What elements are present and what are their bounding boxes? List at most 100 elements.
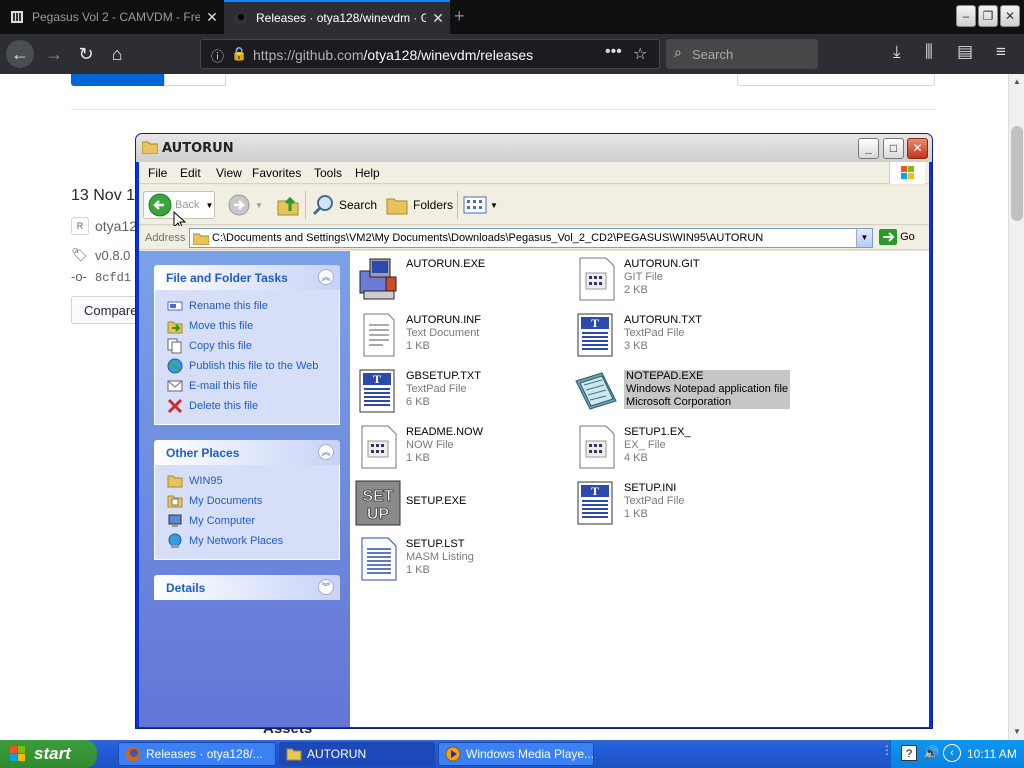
file-autorun-git[interactable]: AUTORUN.GIT GIT File 2 KB xyxy=(572,255,792,307)
tab-pegasus[interactable]: Pegasus Vol 2 - CAMVDM - Free... ✕ xyxy=(0,0,224,34)
file-setup-exe[interactable]: SET UP SETUP.EXE xyxy=(354,479,574,531)
expand-icon[interactable]: ︾ xyxy=(318,579,334,595)
avatar[interactable]: R xyxy=(71,217,89,235)
volume-icon[interactable]: 🔊 xyxy=(923,745,939,761)
address-field[interactable]: C:\Documents and Settings\VM2\My Documen… xyxy=(189,228,873,248)
place-win95[interactable]: WIN95 xyxy=(167,471,339,491)
task-copy[interactable]: Copy this file xyxy=(167,336,339,356)
folders-button[interactable]: Folders xyxy=(385,191,453,219)
task-delete[interactable]: Delete this file xyxy=(167,396,339,416)
releases-button[interactable] xyxy=(71,74,164,86)
chevron-down-icon[interactable]: ▼ xyxy=(205,201,213,210)
globe-icon xyxy=(167,358,183,374)
menu-edit[interactable]: Edit xyxy=(180,166,201,180)
explorer-titlebar[interactable]: AUTORUN _ □ ✕ xyxy=(136,134,932,162)
file-name: NOTEPAD.EXE xyxy=(626,370,704,382)
minimize-button[interactable]: – xyxy=(956,5,976,27)
search-box[interactable]: ⌕ xyxy=(666,39,818,69)
url-bar[interactable]: ⓘ 🔒 https://github.com/otya128/winevdm/r… xyxy=(200,39,660,69)
compare-button[interactable]: Compare xyxy=(71,296,141,324)
task-autorun[interactable]: AUTORUN xyxy=(279,742,435,766)
clock: 10:11 AM xyxy=(967,747,1017,761)
close-button[interactable]: ✕ xyxy=(907,138,928,159)
back-arrow-icon[interactable]: ← xyxy=(6,40,34,68)
place-my-computer[interactable]: My Computer xyxy=(167,511,339,531)
email-icon xyxy=(167,380,183,392)
sidebar-icon[interactable]: ▤ xyxy=(957,42,973,62)
find-release-input[interactable] xyxy=(737,74,935,86)
page-scrollbar[interactable]: ▲ ▼ xyxy=(1008,74,1024,740)
place-my-documents[interactable]: My Documents xyxy=(167,491,339,511)
forward-arrow-icon[interactable]: → xyxy=(40,40,68,68)
tags-button[interactable] xyxy=(164,74,226,86)
task-firefox[interactable]: Releases · otya128/... xyxy=(118,742,276,766)
collapse-icon[interactable]: ︽ xyxy=(318,444,334,460)
forward-button[interactable]: ▼ xyxy=(227,191,263,219)
scroll-thumb[interactable] xyxy=(1011,126,1023,221)
close-tab-icon[interactable]: ✕ xyxy=(426,10,450,27)
file-tasks-header[interactable]: File and Folder Tasks ︽ xyxy=(154,265,340,290)
bookmark-star-icon[interactable]: ☆ xyxy=(633,44,647,64)
search-input[interactable] xyxy=(692,44,810,64)
reload-icon[interactable]: ↻ xyxy=(72,40,100,68)
maximize-button[interactable]: □ xyxy=(883,138,904,159)
release-tag[interactable]: v0.8.0 xyxy=(95,248,130,263)
up-folder-button[interactable] xyxy=(276,191,300,219)
task-media-player[interactable]: Windows Media Playe... xyxy=(438,742,594,766)
file-readme-now[interactable]: README.NOW NOW File 1 KB xyxy=(354,423,574,475)
collapse-icon[interactable]: ︽ xyxy=(318,269,334,285)
lock-icon[interactable]: 🔒 xyxy=(231,46,247,62)
release-commit[interactable]: 8cfd1 xyxy=(95,271,131,285)
details-header[interactable]: Details ︾ xyxy=(154,575,340,600)
close-tab-icon[interactable]: ✕ xyxy=(200,9,224,26)
task-move[interactable]: Move this file xyxy=(167,316,339,336)
file-tasks-panel: File and Folder Tasks ︽ Rename this file… xyxy=(154,265,340,425)
file-setup-lst[interactable]: SETUP.LST MASM Listing 1 KB xyxy=(354,535,574,587)
minimize-button[interactable]: _ xyxy=(858,138,879,159)
info-icon[interactable]: ⓘ xyxy=(211,46,224,65)
downloads-icon[interactable]: ⤓ xyxy=(893,42,901,62)
task-email[interactable]: E-mail this file xyxy=(167,376,339,396)
file-notepad-exe[interactable]: NOTEPAD.EXE Windows Notepad application … xyxy=(572,367,812,419)
divider xyxy=(71,109,935,110)
file-setup-ini[interactable]: T SETUP.INI TextPad File 1 KB xyxy=(572,479,792,531)
chevron-down-icon[interactable]: ▼ xyxy=(856,229,872,247)
search-button[interactable]: Search xyxy=(311,191,377,219)
chevron-down-icon[interactable]: ▼ xyxy=(490,201,498,210)
file-setup1-ex[interactable]: SETUP1.EX_ EX_ File 4 KB xyxy=(572,423,792,475)
release-author[interactable]: otya12 xyxy=(95,218,137,234)
close-button[interactable]: ✕ xyxy=(1000,5,1020,27)
views-button[interactable]: ▼ xyxy=(463,191,498,219)
go-button[interactable]: Go xyxy=(879,229,915,245)
file-name: AUTORUN.INF xyxy=(406,314,481,326)
task-publish[interactable]: Publish this file to the Web xyxy=(167,356,339,376)
task-rename[interactable]: Rename this file xyxy=(167,296,339,316)
menu-view[interactable]: View xyxy=(216,166,242,180)
file-autorun-inf[interactable]: AUTORUN.INF Text Document 1 KB xyxy=(354,311,574,363)
file-autorun-txt[interactable]: T AUTORUN.TXT TextPad File 3 KB xyxy=(572,311,792,363)
other-places-panel: Other Places ︽ WIN95 My Documents My Com… xyxy=(154,440,340,560)
help-icon[interactable]: ? xyxy=(901,745,917,761)
other-places-header[interactable]: Other Places ︽ xyxy=(154,440,340,465)
menu-icon[interactable]: ≡ xyxy=(996,42,1006,62)
scroll-up-icon[interactable]: ▲ xyxy=(1011,74,1023,90)
url-text[interactable]: https://github.com/otya128/winevdm/relea… xyxy=(253,47,533,63)
home-icon[interactable]: ⌂ xyxy=(103,40,131,68)
task-pane: File and Folder Tasks ︽ Rename this file… xyxy=(139,251,350,727)
menu-file[interactable]: File xyxy=(148,166,167,180)
chevron-left-icon[interactable]: ‹ xyxy=(943,744,961,762)
file-gbsetup-txt[interactable]: T GBSETUP.TXT TextPad File 6 KB xyxy=(354,367,574,419)
menu-favorites[interactable]: Favorites xyxy=(252,166,301,180)
chevron-down-icon[interactable]: ▼ xyxy=(255,201,263,210)
start-button[interactable]: start xyxy=(0,740,97,768)
page-actions-icon[interactable]: ••• xyxy=(605,43,622,61)
restore-button[interactable]: ❐ xyxy=(978,5,998,27)
file-autorun-exe[interactable]: AUTORUN.EXE xyxy=(354,255,574,307)
library-icon[interactable]: ⫼ xyxy=(925,42,933,62)
place-my-network[interactable]: My Network Places xyxy=(167,531,339,551)
tab-releases[interactable]: Releases · otya128/winevdm · Gi... ✕ xyxy=(224,0,450,34)
menu-help[interactable]: Help xyxy=(355,166,380,180)
new-tab-button[interactable]: + xyxy=(454,6,465,27)
scroll-down-icon[interactable]: ▼ xyxy=(1011,724,1023,740)
menu-tools[interactable]: Tools xyxy=(314,166,342,180)
